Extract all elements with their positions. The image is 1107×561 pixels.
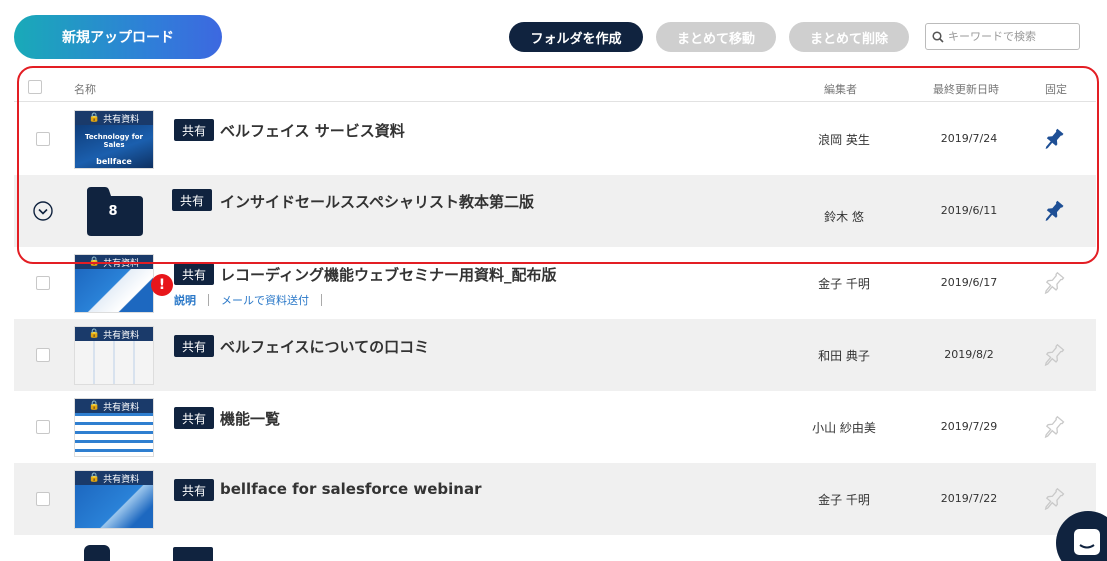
header-name[interactable]: 名称 — [74, 81, 96, 97]
document-thumbnail[interactable]: 🔒 共有資料 — [74, 254, 154, 313]
updated-date: 2019/8/2 — [944, 348, 994, 361]
pin-icon[interactable] — [1040, 341, 1068, 369]
document-thumbnail[interactable]: 🔒 共有資料 — [74, 470, 154, 529]
table-row[interactable]: 🔒 共有資料 Technology for Sales bellface 共有 ベ… — [14, 103, 1096, 175]
editor-name: 浪岡 英生 — [818, 133, 870, 147]
shared-badge: 共有 — [174, 335, 215, 357]
shared-badge: 共有 — [174, 263, 215, 285]
search-input[interactable] — [948, 30, 1078, 43]
editor-name: 鈴木 悠 — [824, 210, 864, 224]
lock-icon: 🔒 — [88, 329, 101, 339]
pin-icon[interactable] — [1040, 269, 1068, 297]
table-row[interactable]: 🔒 共有資料 共有 ベルフェイスについての口コミ 和田 典子 2019/8/2 — [14, 319, 1096, 391]
pin-icon[interactable] — [1040, 485, 1068, 513]
document-title[interactable]: レコーディング機能ウェブセミナー用資料_配布版 — [220, 264, 556, 285]
lock-icon: 🔒 — [88, 473, 101, 483]
document-title[interactable]: ベルフェイス サービス資料 — [220, 120, 405, 141]
editor-name: 小山 紗由美 — [812, 421, 876, 435]
updated-date: 2019/6/11 — [940, 204, 998, 217]
row-checkbox[interactable] — [36, 492, 50, 506]
new-upload-button[interactable]: 新規アップロード — [14, 15, 222, 59]
pin-icon[interactable] — [1040, 197, 1068, 225]
table-row[interactable]: 🔒 共有資料 共有 機能一覧 小山 紗由美 2019/7/29 — [14, 391, 1096, 463]
shared-badge: 共有 — [172, 189, 213, 211]
shared-badge — [173, 547, 213, 561]
row-checkbox[interactable] — [36, 348, 50, 362]
shared-badge: 共有 — [174, 407, 215, 429]
editor-name: 金子 千明 — [818, 493, 870, 507]
document-thumbnail[interactable]: 🔒 共有資料 — [74, 326, 154, 385]
row-checkbox[interactable] — [36, 132, 50, 146]
chat-icon — [1074, 529, 1100, 555]
lock-icon: 🔒 — [88, 401, 101, 411]
folder-row[interactable]: 8 共有 インサイドセールススペシャリスト教本第二版 鈴木 悠 2019/6/1… — [14, 175, 1096, 247]
lock-icon: 🔒 — [88, 257, 101, 267]
table-header: 名称 編集者 最終更新日時 固定 — [14, 74, 1096, 102]
pin-icon[interactable] — [1040, 413, 1068, 441]
document-title[interactable]: 機能一覧 — [220, 408, 280, 429]
editor-name: 金子 千明 — [818, 277, 870, 291]
search-icon — [932, 30, 944, 43]
updated-date: 2019/6/17 — [940, 276, 998, 289]
alert-icon: ! — [151, 274, 173, 296]
document-library-page: 新規アップロード フォルダを作成 まとめて移動 まとめて削除 名称 編集者 最終… — [0, 0, 1107, 561]
editor-name: 和田 典子 — [818, 349, 870, 363]
header-updated[interactable]: 最終更新日時 — [933, 81, 999, 97]
document-thumbnail[interactable]: 🔒 共有資料 — [74, 398, 154, 457]
table-row[interactable]: 🔒 共有資料 ! 共有 レコーディング機能ウェブセミナー用資料_配布版 説明 メー… — [14, 247, 1096, 319]
shared-badge: 共有 — [174, 479, 215, 501]
header-editor[interactable]: 編集者 — [824, 81, 857, 97]
updated-date: 2019/7/22 — [940, 492, 998, 505]
description-link[interactable]: 説明 — [174, 292, 196, 308]
link-divider — [321, 294, 322, 306]
folder-title[interactable]: インサイドセールススペシャリスト教本第二版 — [220, 191, 534, 212]
updated-date: 2019/7/24 — [940, 132, 998, 145]
bulk-delete-button[interactable]: まとめて削除 — [789, 22, 909, 52]
bulk-move-button[interactable]: まとめて移動 — [656, 22, 776, 52]
search-box[interactable] — [925, 23, 1080, 50]
row-checkbox[interactable] — [36, 276, 50, 290]
send-by-email-link[interactable]: メールで資料送付 — [221, 292, 309, 308]
pin-icon[interactable] — [1040, 125, 1068, 153]
lock-icon: 🔒 — [88, 113, 101, 123]
row-action-links: 説明 メールで資料送付 — [174, 292, 334, 308]
shared-badge: 共有 — [174, 119, 215, 141]
table-row[interactable]: 🔒 共有資料 共有 bellface for salesforce webinar… — [14, 463, 1096, 535]
document-title[interactable]: ベルフェイスについての口コミ — [220, 336, 429, 357]
chevron-down-icon[interactable] — [33, 201, 53, 221]
header-pinned: 固定 — [1045, 83, 1067, 96]
folder-icon[interactable] — [84, 545, 110, 561]
updated-date: 2019/7/29 — [940, 420, 998, 433]
create-folder-button[interactable]: フォルダを作成 — [509, 22, 643, 52]
document-title[interactable]: bellface for salesforce webinar — [220, 480, 482, 498]
link-divider — [208, 294, 209, 306]
row-checkbox[interactable] — [36, 420, 50, 434]
select-all-checkbox[interactable] — [28, 80, 42, 94]
document-thumbnail[interactable]: 🔒 共有資料 Technology for Sales bellface — [74, 110, 154, 169]
folder-item-count: 8 — [108, 204, 118, 219]
